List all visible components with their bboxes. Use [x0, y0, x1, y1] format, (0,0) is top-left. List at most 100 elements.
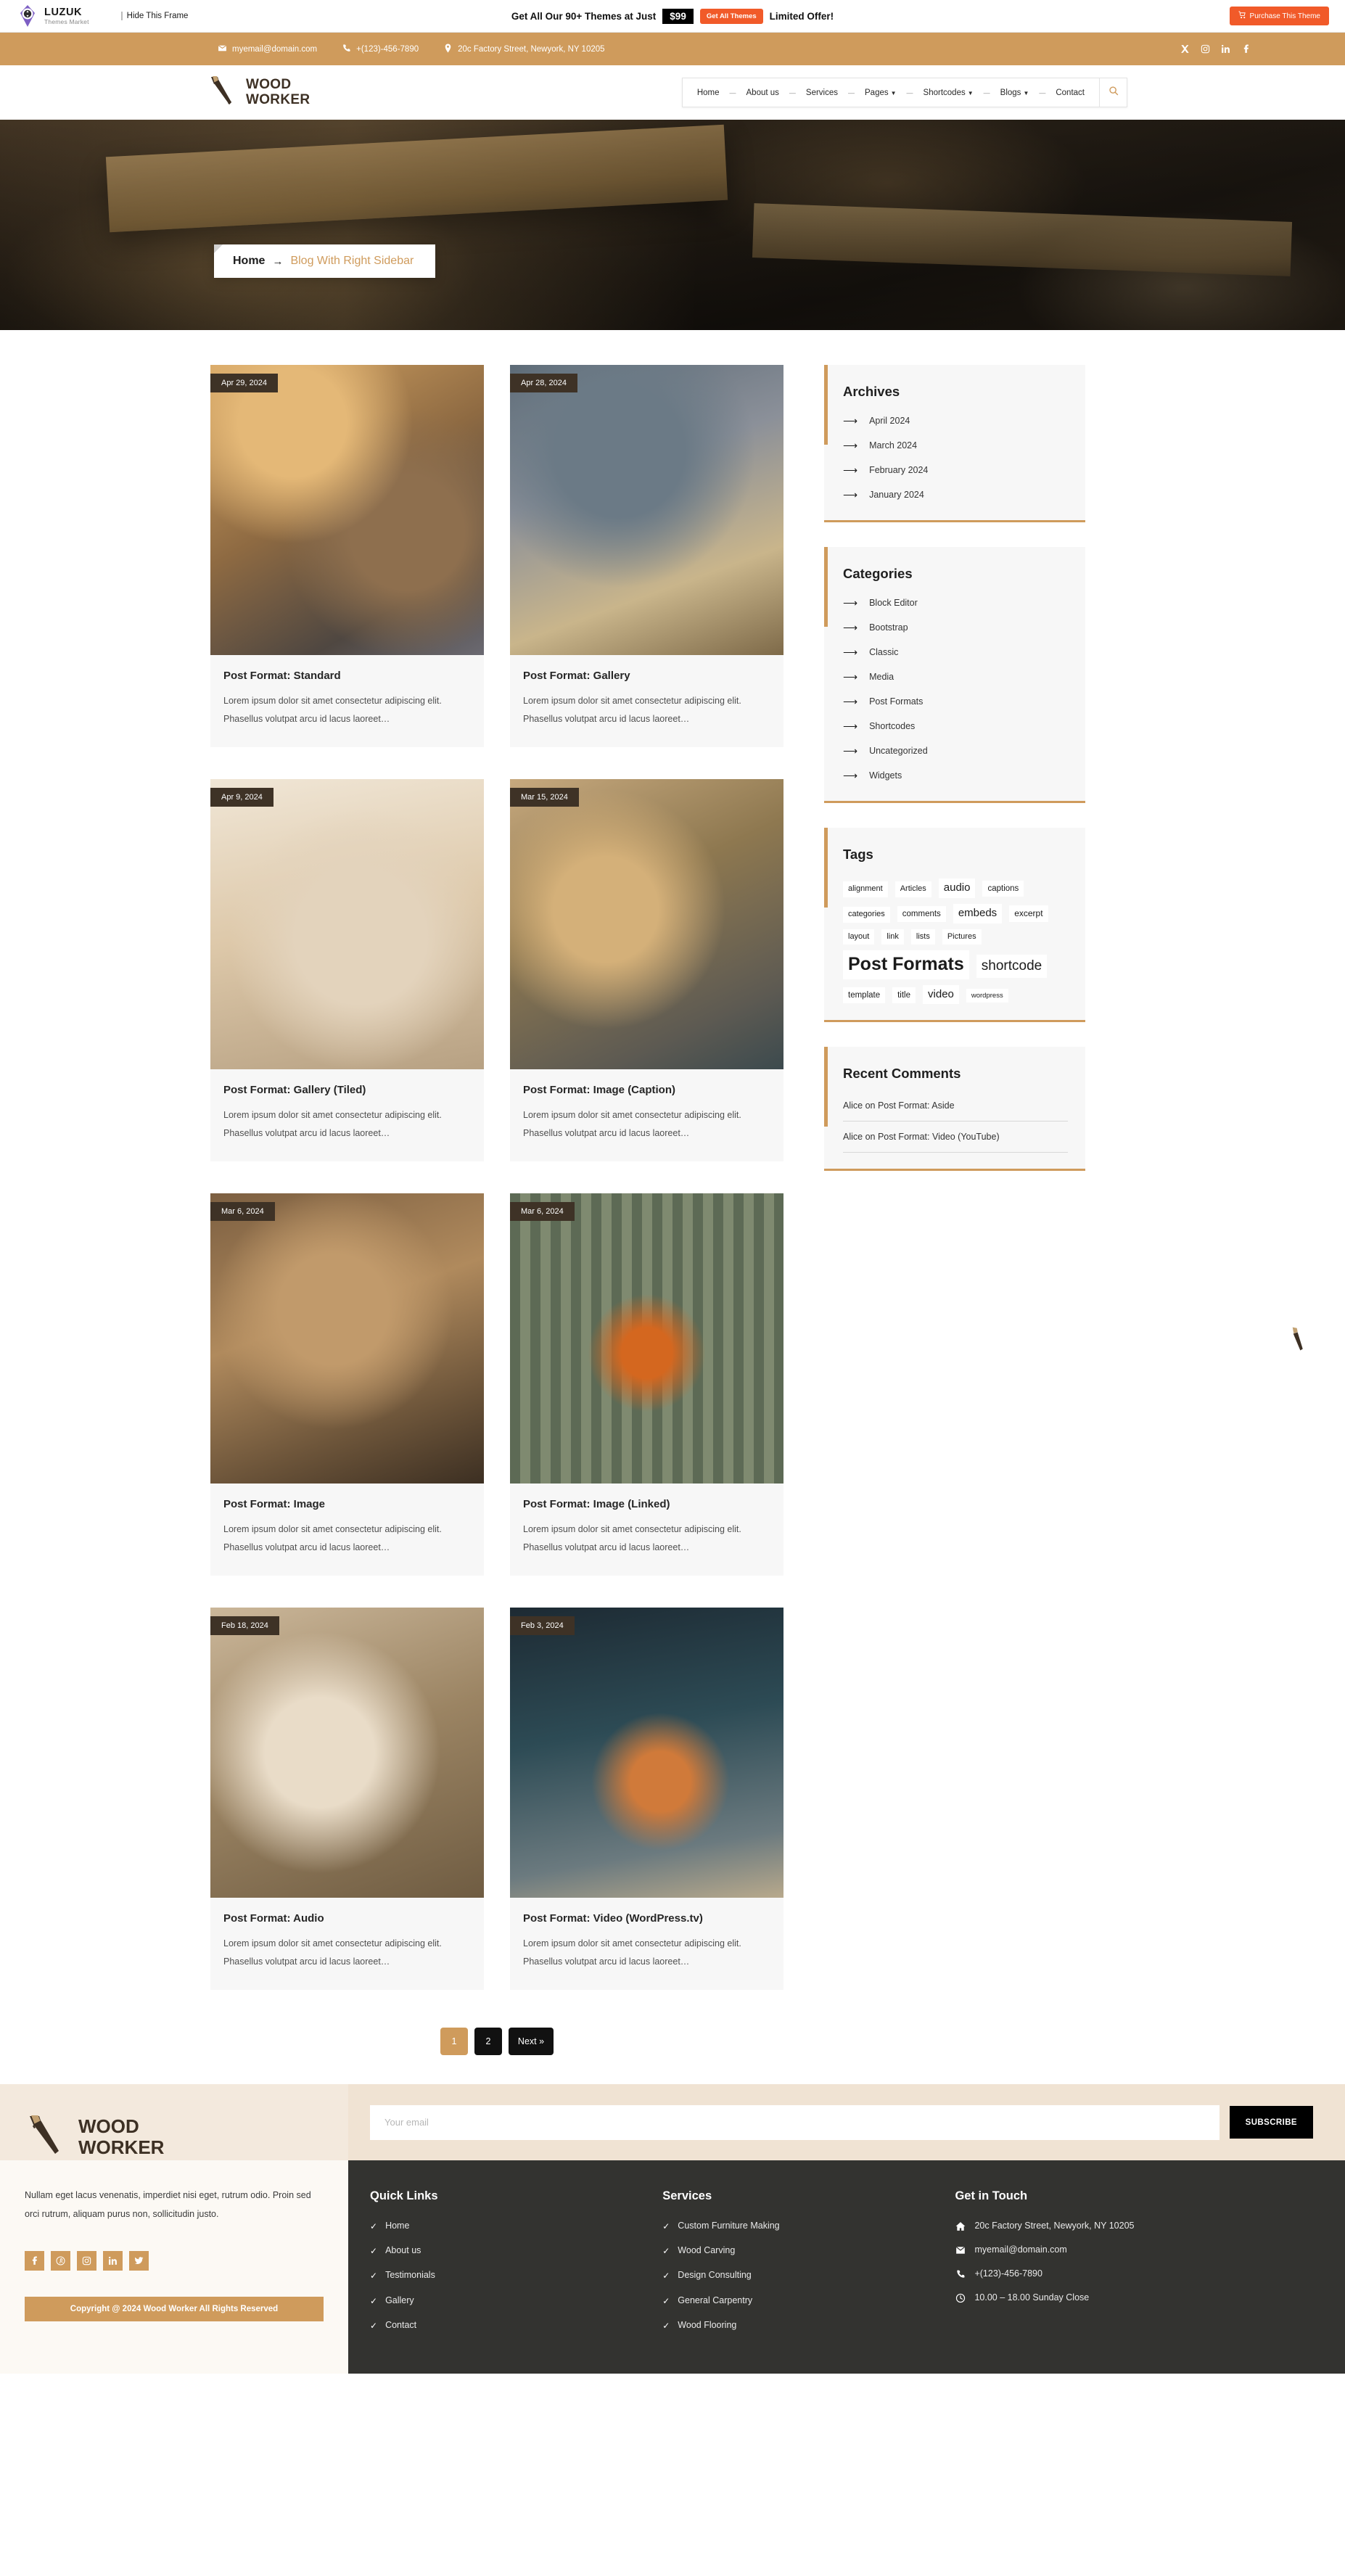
- post-thumbnail[interactable]: Mar 6, 2024: [510, 1193, 783, 1484]
- tag-link[interactable]: title: [892, 987, 916, 1003]
- pagination-page-2[interactable]: 2: [474, 2028, 502, 2055]
- post-thumbnail[interactable]: Mar 6, 2024: [210, 1193, 484, 1484]
- hide-frame-button[interactable]: Hide This Frame: [120, 12, 188, 20]
- newsletter-email-input[interactable]: [370, 2104, 1219, 2140]
- quick-link-item[interactable]: ✓ Testimonials: [370, 2270, 655, 2281]
- service-item[interactable]: ✓ Design Consulting: [662, 2270, 947, 2281]
- post-title[interactable]: Post Format: Audio: [223, 1912, 471, 1925]
- tag-link[interactable]: lists: [910, 929, 935, 945]
- service-item[interactable]: ✓ Wood Carving: [662, 2245, 947, 2257]
- tag-link[interactable]: excerpt: [1009, 905, 1048, 922]
- tag-link[interactable]: alignment: [843, 881, 888, 897]
- contact-phone[interactable]: +(123)-456-7890: [342, 44, 419, 55]
- facebook-icon[interactable]: [25, 2251, 44, 2271]
- categories-item[interactable]: ⟶ Uncategorized: [843, 746, 1068, 756]
- linkedin-icon[interactable]: [103, 2251, 123, 2271]
- post-card[interactable]: Mar 6, 2024 Post Format: Image (Linked) …: [510, 1193, 783, 1576]
- categories-item[interactable]: ⟶ Shortcodes: [843, 721, 1068, 731]
- nav-item-home[interactable]: Home: [691, 89, 725, 97]
- nav-item-contact[interactable]: Contact: [1035, 89, 1090, 97]
- get-all-themes-button[interactable]: Get All Themes: [699, 8, 763, 24]
- quick-link-item[interactable]: ✓ Gallery: [370, 2295, 655, 2307]
- categories-item[interactable]: ⟶ Post Formats: [843, 696, 1068, 707]
- tag-link[interactable]: embeds: [953, 903, 1003, 923]
- tag-link[interactable]: wordpress: [966, 988, 1008, 1003]
- post-card[interactable]: Apr 28, 2024 Post Format: Gallery Lorem …: [510, 365, 783, 747]
- twitter-icon[interactable]: [129, 2251, 149, 2271]
- breadcrumb-home-link[interactable]: Home: [233, 255, 265, 268]
- categories-item[interactable]: ⟶ Media: [843, 672, 1068, 682]
- post-title[interactable]: Post Format: Gallery (Tiled): [223, 1084, 471, 1096]
- tag-link[interactable]: layout: [843, 929, 875, 945]
- service-item[interactable]: ✓ Wood Flooring: [662, 2320, 947, 2332]
- tag-link[interactable]: categories: [843, 906, 890, 923]
- x-icon[interactable]: [1180, 44, 1190, 54]
- post-card[interactable]: Mar 6, 2024 Post Format: Image Lorem ips…: [210, 1193, 484, 1576]
- tag-link[interactable]: Articles: [894, 881, 931, 897]
- archives-item[interactable]: ⟶ March 2024: [843, 440, 1068, 450]
- subscribe-button[interactable]: SUBSCRIBE: [1229, 2106, 1313, 2139]
- tag-link[interactable]: video: [923, 984, 959, 1005]
- post-thumbnail[interactable]: Mar 15, 2024: [510, 779, 783, 1069]
- instagram-icon[interactable]: [77, 2251, 96, 2271]
- service-item[interactable]: ✓ General Carpentry: [662, 2295, 947, 2307]
- site-logo[interactable]: WOOD WORKER: [207, 75, 310, 110]
- post-title[interactable]: Post Format: Video (WordPress.tv): [523, 1912, 770, 1925]
- purchase-theme-button[interactable]: Purchase This Theme: [1229, 7, 1329, 25]
- footer-email[interactable]: myemail@domain.com: [955, 2244, 1312, 2255]
- post-card[interactable]: Apr 9, 2024 Post Format: Gallery (Tiled)…: [210, 779, 484, 1161]
- pagination-next[interactable]: Next »: [508, 2028, 554, 2055]
- tag-link[interactable]: audio: [938, 878, 976, 898]
- contact-email[interactable]: myemail@domain.com: [218, 44, 317, 55]
- quick-link-item[interactable]: ✓ Home: [370, 2221, 655, 2232]
- pagination-page-1[interactable]: 1: [440, 2028, 468, 2055]
- tag-link[interactable]: captions: [982, 881, 1024, 897]
- pinterest-icon[interactable]: [51, 2251, 70, 2271]
- recent-comment-item[interactable]: Alice on Post Format: Aside: [843, 1098, 1068, 1122]
- post-title[interactable]: Post Format: Standard: [223, 670, 471, 682]
- categories-item[interactable]: ⟶ Widgets: [843, 770, 1068, 781]
- post-title[interactable]: Post Format: Image (Linked): [523, 1498, 770, 1510]
- categories-item[interactable]: ⟶ Block Editor: [843, 598, 1068, 608]
- archives-item[interactable]: ⟶ January 2024: [843, 490, 1068, 500]
- nav-item-shortcodes[interactable]: Shortcodes▼: [902, 89, 979, 97]
- nav-item-pages[interactable]: Pages▼: [844, 89, 902, 97]
- post-thumbnail[interactable]: Feb 3, 2024: [510, 1608, 783, 1898]
- footer-logo[interactable]: WOOD WORKER: [0, 2084, 348, 2160]
- post-thumbnail[interactable]: Apr 28, 2024: [510, 365, 783, 655]
- luzuk-logo[interactable]: LUZUK Themes Market: [16, 4, 89, 28]
- archives-item[interactable]: ⟶ April 2024: [843, 416, 1068, 426]
- categories-item[interactable]: ⟶ Classic: [843, 647, 1068, 657]
- tag-link[interactable]: Pictures: [942, 929, 982, 945]
- arrow-right-icon: ⟶: [843, 464, 858, 476]
- footer-phone[interactable]: +(123)-456-7890: [955, 2268, 1312, 2279]
- post-card[interactable]: Feb 18, 2024 Post Format: Audio Lorem ip…: [210, 1608, 484, 1990]
- post-thumbnail[interactable]: Apr 9, 2024: [210, 779, 484, 1069]
- quick-link-item[interactable]: ✓ About us: [370, 2245, 655, 2257]
- linkedin-icon[interactable]: [1221, 44, 1230, 54]
- facebook-icon[interactable]: [1241, 44, 1251, 54]
- instagram-icon[interactable]: [1201, 44, 1210, 54]
- post-card[interactable]: Mar 15, 2024 Post Format: Image (Caption…: [510, 779, 783, 1161]
- recent-comment-item[interactable]: Alice on Post Format: Video (YouTube): [843, 1122, 1068, 1153]
- post-card[interactable]: Feb 3, 2024 Post Format: Video (WordPres…: [510, 1608, 783, 1990]
- archives-item[interactable]: ⟶ February 2024: [843, 465, 1068, 475]
- tag-link[interactable]: link: [881, 929, 904, 945]
- post-title[interactable]: Post Format: Image (Caption): [523, 1084, 770, 1096]
- post-title[interactable]: Post Format: Image: [223, 1498, 471, 1510]
- search-button[interactable]: [1099, 78, 1127, 107]
- post-title[interactable]: Post Format: Gallery: [523, 670, 770, 682]
- categories-item[interactable]: ⟶ Bootstrap: [843, 622, 1068, 633]
- service-item[interactable]: ✓ Custom Furniture Making: [662, 2221, 947, 2232]
- nav-item-blogs[interactable]: Blogs▼: [979, 89, 1035, 97]
- tag-link[interactable]: template: [843, 987, 886, 1003]
- nav-item-about-us[interactable]: About us: [725, 89, 785, 97]
- post-thumbnail[interactable]: Feb 18, 2024: [210, 1608, 484, 1898]
- nav-item-services[interactable]: Services: [785, 89, 844, 97]
- tag-link[interactable]: Post Formats: [843, 950, 969, 979]
- quick-link-item[interactable]: ✓ Contact: [370, 2320, 655, 2332]
- tag-link[interactable]: shortcode: [976, 955, 1048, 978]
- post-thumbnail[interactable]: Apr 29, 2024: [210, 365, 484, 655]
- tag-link[interactable]: comments: [897, 905, 946, 923]
- post-card[interactable]: Apr 29, 2024 Post Format: Standard Lorem…: [210, 365, 484, 747]
